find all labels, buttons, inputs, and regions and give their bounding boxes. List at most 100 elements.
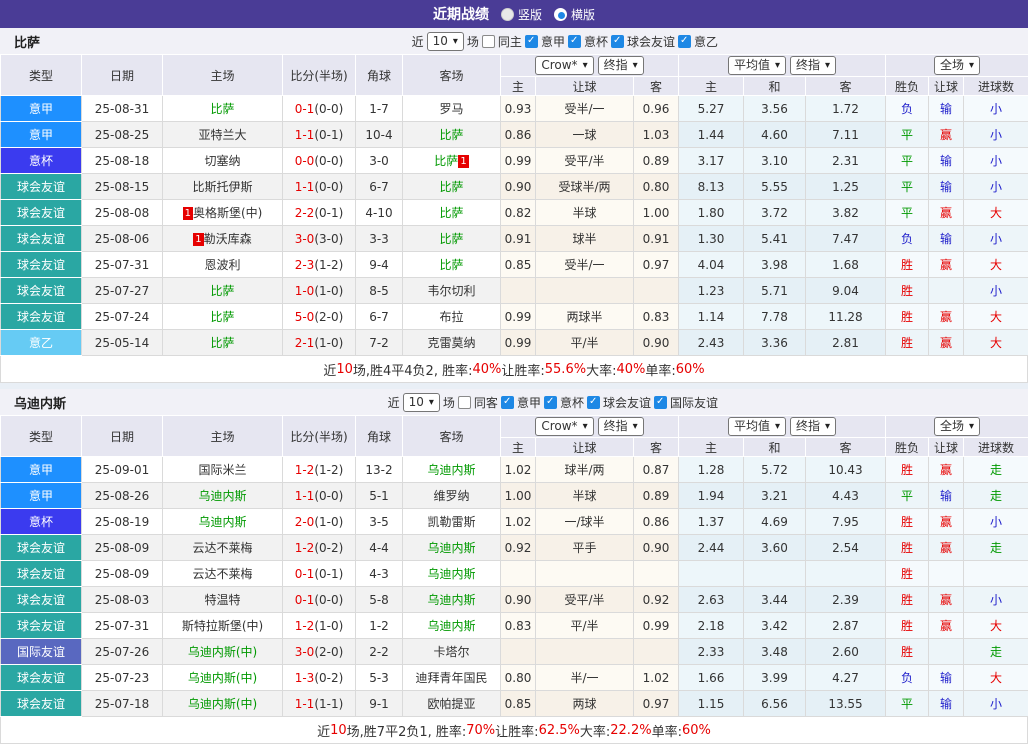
full-match-select[interactable]: 全场 bbox=[934, 56, 980, 75]
team-name-text: 切塞纳 bbox=[204, 154, 240, 168]
corner-cell: 9-4 bbox=[356, 252, 403, 278]
league-filter-checkbox-checked-icon[interactable] bbox=[544, 396, 557, 409]
avg-home-cell: 1.14 bbox=[679, 304, 744, 330]
league-filter-checkbox-checked-icon[interactable] bbox=[568, 35, 581, 48]
column-header: 比分(半场) bbox=[283, 55, 356, 96]
same-venue-checkbox-unchecked-icon[interactable] bbox=[482, 35, 495, 48]
final-index-select-value: 终指 bbox=[604, 58, 628, 73]
half-time-score: (0-0) bbox=[314, 102, 343, 116]
crow-select[interactable]: Crow* bbox=[535, 56, 593, 75]
avg-home-cell: 1.37 bbox=[679, 509, 744, 535]
radio-checked-icon[interactable] bbox=[554, 8, 567, 21]
same-venue-checkbox-unchecked-icon[interactable] bbox=[458, 396, 471, 409]
league-filter-checkbox-checked-icon[interactable] bbox=[678, 35, 691, 48]
column-subheader: 和 bbox=[744, 438, 806, 457]
score-cell: 0-1(0-1) bbox=[283, 561, 356, 587]
recent-count-select[interactable]: 10 bbox=[427, 32, 464, 51]
avg-away-cell: 13.55 bbox=[806, 691, 886, 717]
result-text: 胜 bbox=[901, 593, 913, 607]
radio-unchecked-icon[interactable] bbox=[501, 8, 514, 21]
avg-away-cell bbox=[806, 561, 886, 587]
table-row: 球会友谊25-07-24比萨5-0(2-0)6-7布拉0.99两球半0.831.… bbox=[1, 304, 1028, 330]
team-name-text: 比萨 bbox=[439, 206, 463, 220]
summary-segment: 大率: bbox=[580, 721, 610, 740]
result-text: 平 bbox=[901, 697, 913, 711]
score-cell: 3-0(3-0) bbox=[283, 226, 356, 252]
result-text: 赢 bbox=[940, 541, 952, 555]
away-team-cell: 欧帕提亚 bbox=[403, 691, 501, 717]
column-header: 比分(半场) bbox=[283, 416, 356, 457]
league-filter-checkbox-checked-icon[interactable] bbox=[611, 35, 624, 48]
date-cell: 25-08-15 bbox=[82, 174, 163, 200]
result-goals-cell: 小 bbox=[964, 278, 1028, 304]
league-filter-checkbox-checked-icon[interactable] bbox=[587, 396, 600, 409]
result-text: 走 bbox=[990, 645, 1002, 659]
date-cell: 25-09-01 bbox=[82, 457, 163, 483]
crow-select-value: Crow* bbox=[541, 419, 577, 434]
summary-segment: 近 bbox=[323, 360, 336, 379]
final-index-select-2[interactable]: 终指 bbox=[790, 56, 836, 75]
result-text: 胜 bbox=[901, 515, 913, 529]
avg-home-cell: 1.15 bbox=[679, 691, 744, 717]
team-name-text: 乌迪内斯 bbox=[427, 593, 475, 607]
section-header-bar: 乌迪内斯近10场同客意甲意杯球会友谊国际友谊 bbox=[0, 389, 1028, 415]
team-name-text: 特温特 bbox=[204, 593, 240, 607]
full-match-select[interactable]: 全场 bbox=[934, 417, 980, 436]
league-filter-label: 意杯 bbox=[584, 33, 608, 50]
average-select[interactable]: 平均值 bbox=[728, 56, 786, 75]
column-subheader: 胜负 bbox=[886, 438, 929, 457]
result-text: 大 bbox=[990, 619, 1002, 633]
half-time-score: (1-0) bbox=[314, 619, 343, 633]
date-cell: 25-08-08 bbox=[82, 200, 163, 226]
league-filter-checkbox-checked-icon[interactable] bbox=[501, 396, 514, 409]
table-row: 意甲25-08-25亚特兰大1-1(0-1)10-4比萨0.86一球1.031.… bbox=[1, 122, 1028, 148]
date-cell: 25-08-31 bbox=[82, 96, 163, 122]
corner-cell: 3-5 bbox=[356, 509, 403, 535]
column-header: 类型 bbox=[1, 416, 82, 457]
layout-radio-horizontal[interactable]: 横版 bbox=[554, 6, 595, 23]
games-label: 场 bbox=[467, 33, 479, 50]
odds-away-cell bbox=[634, 278, 679, 304]
full-time-score: 0-0 bbox=[295, 154, 315, 168]
avg-home-cell: 1.28 bbox=[679, 457, 744, 483]
odds-home-cell: 1.02 bbox=[501, 457, 536, 483]
final-index-select[interactable]: 终指 bbox=[598, 56, 644, 75]
home-team-cell: 特温特 bbox=[163, 587, 283, 613]
average-select[interactable]: 平均值 bbox=[728, 417, 786, 436]
avg-draw-cell: 3.56 bbox=[744, 96, 806, 122]
odds-away-cell bbox=[634, 639, 679, 665]
crow-select[interactable]: Crow* bbox=[535, 417, 593, 436]
column-header: 主场 bbox=[163, 55, 283, 96]
league-filter-checkbox-checked-icon[interactable] bbox=[525, 35, 538, 48]
result-text: 胜 bbox=[901, 463, 913, 477]
odds-away-cell: 0.99 bbox=[634, 613, 679, 639]
table-row: 球会友谊25-07-27比萨1-0(1-0)8-5韦尔切利1.235.719.0… bbox=[1, 278, 1028, 304]
result-text: 胜 bbox=[901, 541, 913, 555]
result-handicap-cell: 赢 bbox=[929, 252, 964, 278]
result-handicap-cell bbox=[929, 278, 964, 304]
column-subheader: 主 bbox=[501, 438, 536, 457]
red-card-badge: 1 bbox=[458, 155, 468, 168]
odds-home-cell bbox=[501, 278, 536, 304]
recent-count-select[interactable]: 10 bbox=[403, 393, 440, 412]
filter-bar: 近10场同客意甲意杯球会友谊国际友谊 bbox=[388, 393, 718, 412]
layout-radio-vertical[interactable]: 竖版 bbox=[501, 6, 542, 23]
avg-draw-cell: 3.60 bbox=[744, 535, 806, 561]
team-name-text: 凯勒雷斯 bbox=[427, 515, 475, 529]
odds-home-cell bbox=[501, 639, 536, 665]
avg-away-cell: 9.04 bbox=[806, 278, 886, 304]
odds-away-cell: 1.02 bbox=[634, 665, 679, 691]
corner-cell: 2-2 bbox=[356, 639, 403, 665]
result-goals-cell: 走 bbox=[964, 535, 1028, 561]
final-index-select-2[interactable]: 终指 bbox=[790, 417, 836, 436]
avg-home-cell bbox=[679, 561, 744, 587]
league-filter-label: 意甲 bbox=[541, 33, 565, 50]
table-row: 球会友谊25-08-061勒沃库森3-0(3-0)3-3比萨0.91球半0.91… bbox=[1, 226, 1028, 252]
full-time-score: 1-1 bbox=[295, 489, 315, 503]
avg-away-cell: 7.95 bbox=[806, 509, 886, 535]
avg-home-cell: 2.44 bbox=[679, 535, 744, 561]
home-team-cell: 国际米兰 bbox=[163, 457, 283, 483]
league-filter-checkbox-checked-icon[interactable] bbox=[654, 396, 667, 409]
final-index-select[interactable]: 终指 bbox=[598, 417, 644, 436]
team-name-text: 乌迪内斯(中) bbox=[188, 671, 257, 685]
